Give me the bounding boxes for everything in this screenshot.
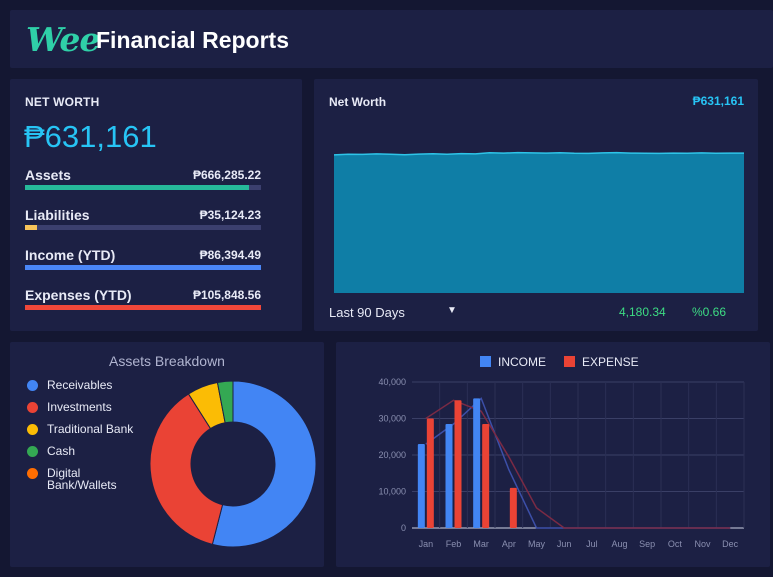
net-worth-area <box>334 152 744 293</box>
assets-donut-chart <box>150 380 316 548</box>
income-expense-chart-card: INCOME EXPENSE 0 10,000 20,000 30,000 40,000 Ja… <box>336 342 770 567</box>
x-tick-label: Feb <box>446 539 462 549</box>
x-tick-label: Sep <box>639 539 655 549</box>
expenses-bar-track <box>25 305 261 310</box>
legend-label: Receivables <box>47 378 113 392</box>
range-label: Last 90 Days <box>329 305 405 320</box>
net-worth-heading: NET WORTH <box>25 95 100 109</box>
investments-dot-icon <box>27 402 38 413</box>
y-tick-label: 10,000 <box>378 487 406 497</box>
x-tick-label: Jan <box>419 539 434 549</box>
x-tick-label: Dec <box>722 539 739 549</box>
x-tick-label: Apr <box>502 539 516 549</box>
assets-bar-fill <box>25 185 249 190</box>
assets-breakdown-card: Assets Breakdown Receivables Investments… <box>10 342 324 567</box>
x-tick-label: Nov <box>694 539 711 549</box>
traditional-bank-dot-icon <box>27 424 38 435</box>
income-bar-track <box>25 265 261 270</box>
net-worth-chart-card: Net Worth ₱631,161 Last 90 Days ▼ 4,180.… <box>314 79 758 331</box>
x-tick-label: Aug <box>611 539 627 549</box>
income-expense-chart: INCOME EXPENSE 0 10,000 20,000 30,000 40,000 Ja… <box>378 355 745 549</box>
liabilities-bar-fill <box>25 225 38 230</box>
chart-value: ₱631,161 <box>692 94 744 108</box>
income-legend-swatch <box>480 356 491 367</box>
income-bar-mar[interactable] <box>473 398 481 528</box>
liabilities-bar-track <box>25 225 261 230</box>
app-header: Wee Financial Reports <box>10 10 773 68</box>
expense-bar-mar[interactable] <box>482 423 490 528</box>
income-label: Income (YTD) <box>25 247 116 263</box>
x-tick-label: Jun <box>557 539 572 549</box>
expenses-value: ₱105,848.56 <box>192 288 261 302</box>
receivables-dot-icon <box>27 380 38 391</box>
y-tick-label: 30,000 <box>378 414 406 424</box>
assets-label: Assets <box>25 167 71 183</box>
range-dropdown[interactable]: Last 90 Days ▼ <box>329 305 459 320</box>
income-bar-jan[interactable] <box>417 444 425 528</box>
expense-legend-label[interactable]: EXPENSE <box>582 355 639 369</box>
assets-breakdown-title: Assets Breakdown <box>109 353 225 369</box>
income-bar-feb[interactable] <box>445 423 453 528</box>
liabilities-value: ₱35,124.23 <box>199 208 261 222</box>
assets-bar-track <box>25 185 261 190</box>
net-worth-amount: ₱631,161 <box>24 119 157 154</box>
assets-value: ₱666,285.22 <box>192 168 261 182</box>
change-percent: %0.66 <box>692 305 727 319</box>
liabilities-label: Liabilities <box>25 207 90 223</box>
expense-bar-jan[interactable] <box>426 418 434 529</box>
x-tick-label: Jul <box>586 539 598 549</box>
brand-logo[interactable]: Wee <box>26 20 100 59</box>
expenses-bar-fill <box>25 305 261 310</box>
expense-legend-swatch <box>564 356 575 367</box>
net-worth-summary-card: NET WORTH ₱631,161 Assets ₱666,285.22 Li… <box>10 79 302 331</box>
legend-label: Investments <box>47 400 112 414</box>
x-tick-label: Oct <box>668 539 683 549</box>
digital-bank-dot-icon <box>27 468 38 479</box>
chevron-down-icon[interactable]: ▼ <box>447 305 457 316</box>
x-tick-label: Mar <box>473 539 489 549</box>
cash-dot-icon <box>27 446 38 457</box>
income-bar-fill <box>25 265 261 270</box>
page-title: Financial Reports <box>96 27 289 53</box>
chart-title: Net Worth <box>329 95 387 109</box>
y-tick-label: 40,000 <box>378 377 406 387</box>
net-worth-area-chart <box>334 151 744 293</box>
y-tick-label: 0 <box>401 523 406 533</box>
legend-label: Traditional Bank <box>47 422 134 436</box>
expense-bar-feb[interactable] <box>454 400 462 528</box>
change-amount: 4,180.34 <box>619 305 666 319</box>
expenses-label: Expenses (YTD) <box>25 287 132 303</box>
expense-bar-apr[interactable] <box>509 487 517 528</box>
y-tick-label: 20,000 <box>378 450 406 460</box>
x-tick-label: May <box>528 539 546 549</box>
legend-label: Cash <box>47 444 76 458</box>
income-legend-label[interactable]: INCOME <box>498 355 546 369</box>
income-value: ₱86,394.49 <box>199 248 261 262</box>
legend-label: Digital Bank/Wallets <box>47 466 117 492</box>
